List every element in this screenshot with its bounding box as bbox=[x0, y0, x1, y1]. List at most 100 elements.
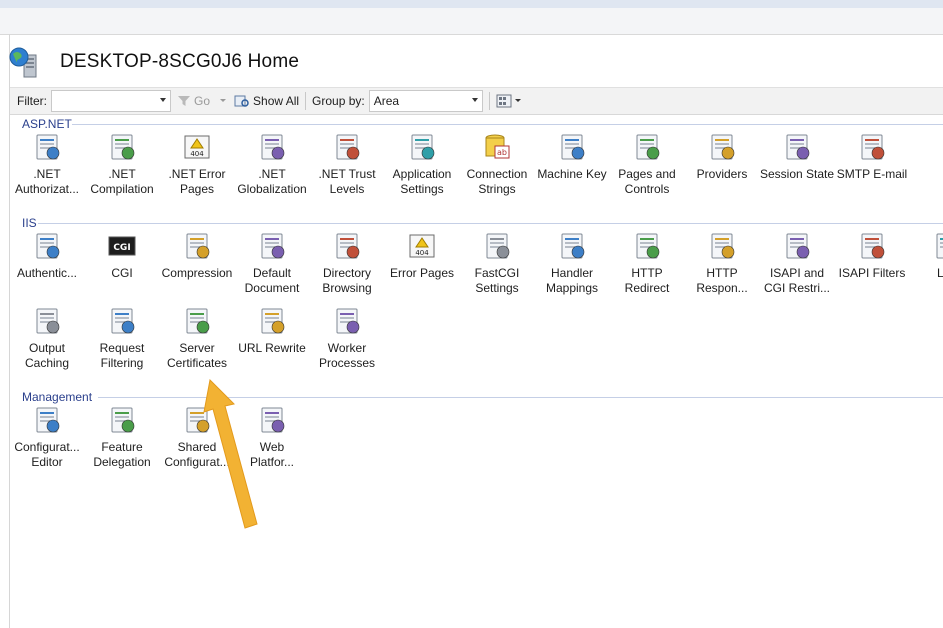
group-divider bbox=[38, 223, 943, 224]
show-all-icon bbox=[234, 95, 249, 107]
feature-label: Default Document bbox=[244, 266, 300, 295]
toolbar-separator bbox=[488, 92, 490, 110]
server-certificates-icon bbox=[186, 308, 210, 334]
feature-pages-and-controls[interactable]: Pages and Controls bbox=[609, 131, 685, 197]
page-title: DESKTOP-8SCG0J6 Home bbox=[60, 51, 300, 72]
feature-label: HTTP Respon... bbox=[696, 266, 748, 295]
feature-handler-mappings[interactable]: Handler Mappings bbox=[534, 230, 610, 296]
feature-providers[interactable]: Providers bbox=[684, 131, 760, 182]
feature-smtp-e-mail[interactable]: SMTP E-mail bbox=[834, 131, 910, 182]
group-by-select[interactable]: Area bbox=[368, 90, 483, 112]
feature-fastcgi-settings[interactable]: FastCGI Settings bbox=[459, 230, 535, 296]
authentic-icon bbox=[36, 233, 60, 259]
net-authorizat-icon bbox=[36, 134, 60, 160]
feature-net-trust-levels[interactable]: .NET Trust Levels bbox=[309, 131, 385, 197]
shared-configurat-icon bbox=[186, 407, 210, 433]
net-globalization-icon bbox=[261, 134, 285, 160]
group-header-iis[interactable]: IIS bbox=[22, 216, 37, 230]
feature-label: Shared Configurat... bbox=[164, 440, 230, 469]
feature-label: .NET Authorizat... bbox=[14, 167, 80, 196]
go-button[interactable]: Go bbox=[177, 94, 228, 108]
feature-directory-browsing[interactable]: Directory Browsing bbox=[309, 230, 385, 296]
feature-http-redirect[interactable]: HTTP Redirect bbox=[609, 230, 685, 296]
feature-http-respon[interactable]: HTTP Respon... bbox=[684, 230, 760, 296]
url-rewrite-icon bbox=[261, 308, 285, 334]
feature-isapi-filters[interactable]: ISAPI Filters bbox=[834, 230, 910, 281]
group-divider bbox=[72, 124, 943, 125]
view-switcher-button[interactable] bbox=[496, 94, 522, 108]
feature-net-authorizat[interactable]: .NET Authorizat... bbox=[9, 131, 85, 197]
http-redirect-icon bbox=[636, 233, 660, 259]
feature-label: Feature Delegation bbox=[93, 440, 151, 469]
configurat-editor-icon bbox=[36, 407, 60, 433]
feature-application-settings[interactable]: Application Settings bbox=[384, 131, 460, 197]
feature-label: Handler Mappings bbox=[545, 266, 599, 295]
feature-label: CGI bbox=[111, 266, 133, 280]
feature-label: Pages and Controls bbox=[618, 167, 676, 196]
feature-shared-configurat[interactable]: Shared Configurat... bbox=[159, 404, 235, 470]
feature-label: ISAPI and CGI Restri... bbox=[763, 266, 830, 295]
feature-label: SMTP E-mail bbox=[836, 167, 908, 181]
handler-mappings-icon bbox=[561, 233, 585, 259]
feature-label: Authentic... bbox=[16, 266, 78, 280]
feature-net-compilation[interactable]: .NET Compilation bbox=[84, 131, 160, 197]
view-grid-icon bbox=[496, 94, 512, 108]
page-header: DESKTOP-8SCG0J6 Home bbox=[8, 44, 299, 80]
feature-request-filtering[interactable]: Request Filtering bbox=[84, 305, 160, 371]
isapi-filters-icon bbox=[861, 233, 885, 259]
group-header-management[interactable]: Management bbox=[22, 390, 92, 404]
application-settings-icon bbox=[411, 134, 435, 160]
feature-label: Machine Key bbox=[537, 167, 607, 181]
feature-configurat-editor[interactable]: Configurat... Editor bbox=[9, 404, 85, 470]
feature-label: URL Rewrite bbox=[238, 341, 306, 355]
http-respon-icon bbox=[711, 233, 735, 259]
log-icon bbox=[936, 233, 943, 259]
feature-label: HTTP Redirect bbox=[624, 266, 670, 295]
group-divider bbox=[98, 397, 943, 398]
feature-label: ISAPI Filters bbox=[838, 266, 906, 280]
feature-label: Configurat... Editor bbox=[14, 440, 80, 469]
feature-error-pages[interactable]: 404 Error Pages bbox=[384, 230, 460, 281]
chevron-down-icon[interactable] bbox=[160, 98, 166, 102]
pages-and-controls-icon bbox=[636, 134, 660, 160]
machine-key-icon bbox=[561, 134, 585, 160]
feature-worker-processes[interactable]: Worker Processes bbox=[309, 305, 385, 371]
chevron-down-icon[interactable] bbox=[471, 98, 478, 102]
feature-machine-key[interactable]: Machine Key bbox=[534, 131, 610, 182]
feature-session-state[interactable]: Session State bbox=[759, 131, 835, 182]
feature-net-error-pages[interactable]: 404 .NET Error Pages bbox=[159, 131, 235, 197]
feature-log[interactable]: Log bbox=[909, 230, 943, 281]
svg-text:CGI: CGI bbox=[113, 243, 130, 253]
feature-label: Output Caching bbox=[24, 341, 70, 370]
feature-label: Error Pages bbox=[389, 266, 455, 280]
error-pages-icon: 404 bbox=[409, 234, 435, 258]
group-by-label: Group by: bbox=[312, 94, 365, 108]
feature-net-globalization[interactable]: .NET Globalization bbox=[234, 131, 310, 197]
feature-isapi-and-cgi-restri[interactable]: ISAPI and CGI Restri... bbox=[759, 230, 835, 296]
window-top-strip bbox=[0, 0, 943, 35]
fastcgi-settings-icon bbox=[486, 233, 510, 259]
feature-cgi[interactable]: CGI CGI bbox=[84, 230, 160, 281]
feature-default-document[interactable]: Default Document bbox=[234, 230, 310, 296]
output-caching-icon bbox=[36, 308, 60, 334]
smtp-e-mail-icon bbox=[861, 134, 885, 160]
group-by-value: Area bbox=[373, 94, 400, 108]
feature-feature-delegation[interactable]: Feature Delegation bbox=[84, 404, 160, 470]
feature-connection-strings[interactable]: ab Connection Strings bbox=[459, 131, 535, 197]
filter-input[interactable] bbox=[51, 90, 171, 112]
toolbar-separator bbox=[305, 92, 307, 110]
feature-delegation-icon bbox=[111, 407, 135, 433]
server-globe-icon bbox=[9, 47, 37, 78]
feature-web-platfor[interactable]: Web Platfor... bbox=[234, 404, 310, 470]
feature-output-caching[interactable]: Output Caching bbox=[9, 305, 85, 371]
net-error-pages-icon: 404 bbox=[184, 135, 210, 159]
show-all-button[interactable]: Show All bbox=[234, 94, 299, 108]
isapi-and-cgi-restri-icon bbox=[786, 233, 810, 259]
go-dropdown-icon[interactable] bbox=[218, 98, 228, 104]
feature-url-rewrite[interactable]: URL Rewrite bbox=[234, 305, 310, 356]
feature-authentic[interactable]: Authentic... bbox=[9, 230, 85, 281]
feature-label: Log bbox=[936, 266, 943, 280]
feature-compression[interactable]: Compression bbox=[159, 230, 235, 281]
group-header-asp-net[interactable]: ASP.NET bbox=[22, 117, 72, 131]
feature-server-certificates[interactable]: Server Certificates bbox=[159, 305, 235, 371]
